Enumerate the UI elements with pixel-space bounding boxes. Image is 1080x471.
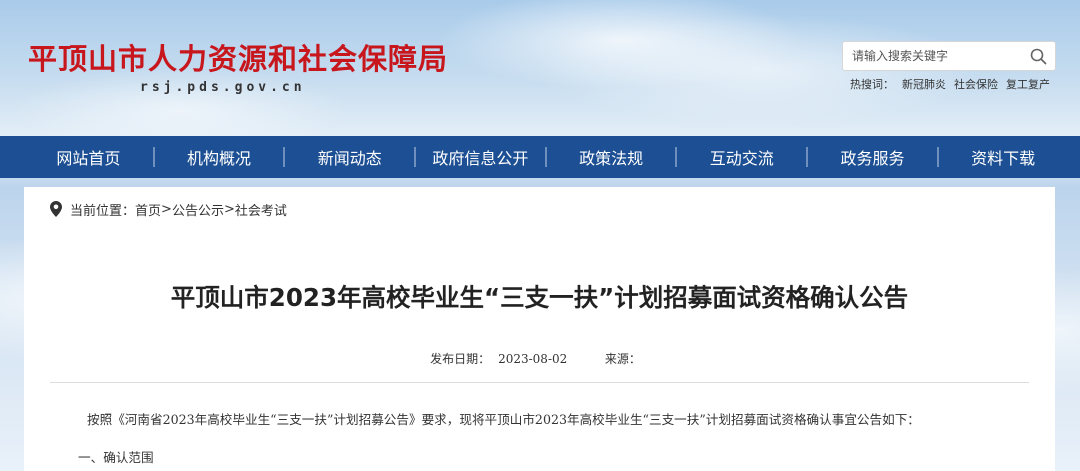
content-panel: 当前位置： 首页 > 公告公示 > 社会考试 平顶山市2023年高校毕业生“三支… (24, 187, 1055, 471)
nav-item-interaction[interactable]: 互动交流 (677, 136, 806, 178)
nav-item-policy[interactable]: 政策法规 (547, 136, 676, 178)
publish-date-label: 发布日期： (430, 352, 491, 366)
hot-word-link[interactable]: 新冠肺炎 (902, 76, 946, 92)
breadcrumb-link-exams[interactable]: 社会考试 (235, 200, 287, 219)
breadcrumb-link-home[interactable]: 首页 (135, 200, 161, 219)
main-nav: 网站首页 机构概况 新闻动态 政府信息公开 政策法规 互动交流 政务服务 资料下… (0, 136, 1080, 178)
nav-item-organization[interactable]: 机构概况 (155, 136, 284, 178)
section-heading: 一、确认范围 (78, 450, 154, 465)
breadcrumb-prefix: 当前位置： (70, 203, 136, 219)
source-label: 来源： (604, 352, 641, 366)
hot-words: 热搜词： 新冠肺炎 社会保险 复工复产 (850, 76, 1050, 92)
article-paragraph: 按照《河南省2023年高校毕业生“三支一扶”计划招募公告》要求，现将平顶山市20… (87, 412, 920, 427)
search-input[interactable] (843, 42, 1023, 70)
nav-item-downloads[interactable]: 资料下载 (939, 136, 1068, 178)
article-title: 平顶山市2023年高校毕业生“三支一扶”计划招募面试资格确认公告 (170, 283, 909, 312)
site-domain: rsj.pds.gov.cn (140, 80, 306, 95)
breadcrumb-link-announcements[interactable]: 公告公示 (172, 200, 224, 219)
nav-item-home[interactable]: 网站首页 (24, 136, 153, 178)
search-box (842, 41, 1056, 71)
publish-date: 2023-08-02 (498, 352, 568, 366)
title-divider (50, 382, 1029, 383)
hot-word-link[interactable]: 社会保险 (954, 76, 998, 92)
breadcrumb-separator: > (223, 201, 235, 217)
nav-item-news[interactable]: 新闻动态 (285, 136, 414, 178)
breadcrumb-separator: > (161, 201, 172, 217)
nav-item-gov-info[interactable]: 政府信息公开 (416, 136, 545, 178)
location-pin-icon (50, 201, 62, 217)
breadcrumb: 当前位置： 首页 > 公告公示 > 社会考试 (50, 200, 287, 219)
search-icon[interactable] (1027, 46, 1049, 66)
hot-words-label: 热搜词： (850, 78, 894, 91)
hot-word-link[interactable]: 复工复产 (1006, 76, 1050, 92)
nav-item-services[interactable]: 政务服务 (808, 136, 937, 178)
site-header: 平顶山市人力资源和社会保障局 rsj.pds.gov.cn 热搜词： 新冠肺炎 … (0, 0, 1080, 136)
site-title[interactable]: 平顶山市人力资源和社会保障局 (28, 36, 448, 78)
article-meta: 发布日期： 2023-08-02 来源： (24, 350, 1055, 367)
